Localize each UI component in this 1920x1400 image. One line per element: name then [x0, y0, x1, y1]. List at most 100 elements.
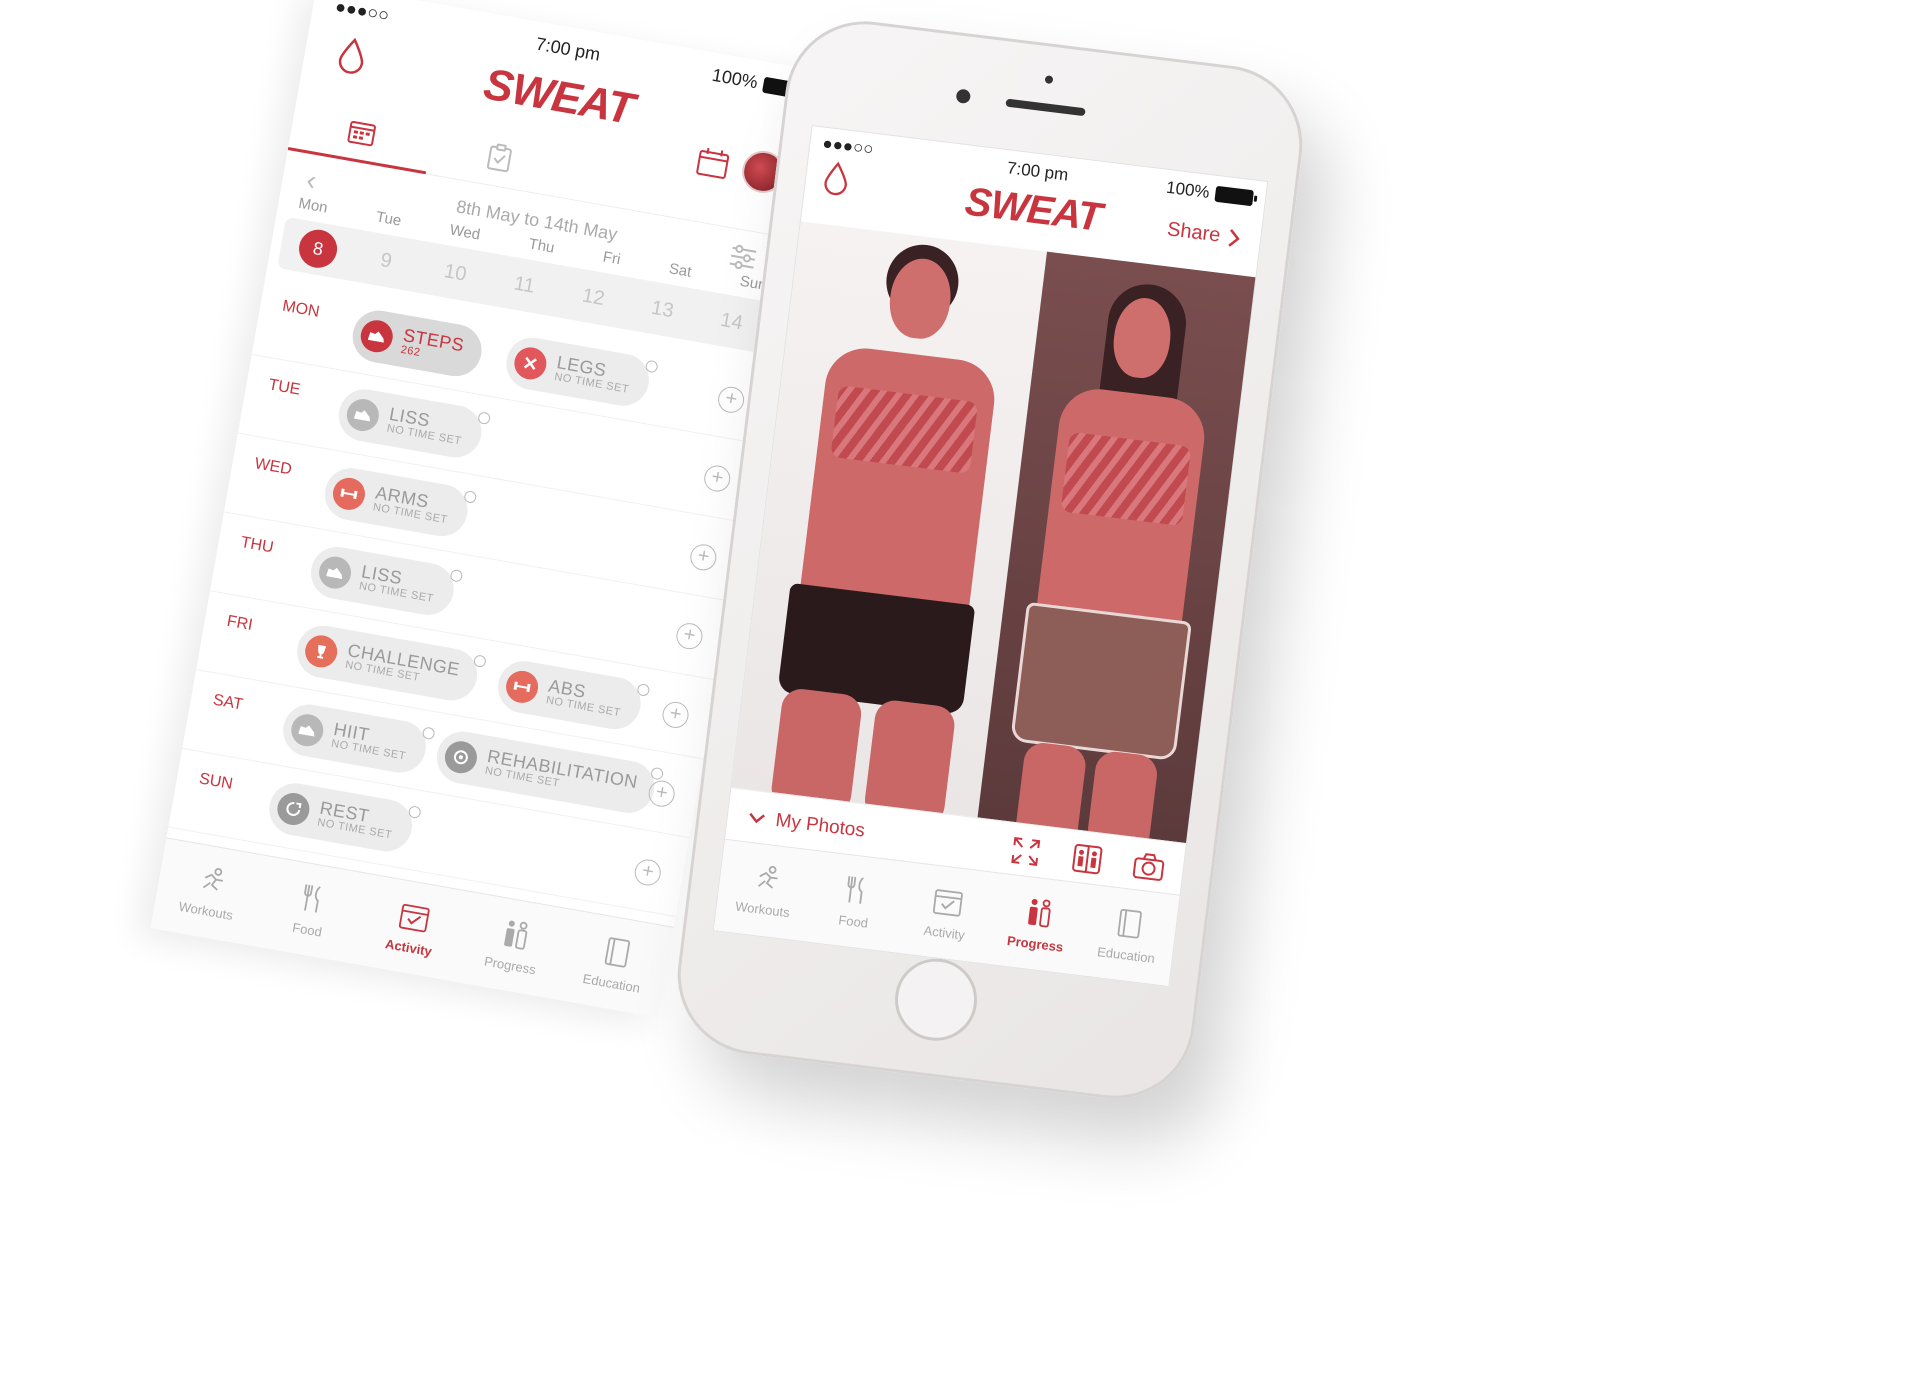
dumbbell-icon — [503, 668, 541, 706]
signal-indicator: ●●●○○ — [821, 133, 875, 159]
home-button[interactable] — [890, 954, 982, 1046]
clock-icon — [644, 359, 659, 374]
tab-calendar[interactable] — [287, 92, 436, 175]
day-label: WED — [253, 455, 294, 479]
progress-icon — [1022, 895, 1056, 931]
crossed-icon — [511, 344, 549, 382]
calendar-check-icon — [931, 884, 965, 920]
signal-indicator: ●●●○○ — [333, 0, 391, 26]
tab-education[interactable]: Education — [556, 910, 673, 1018]
battery-percent: 100% — [710, 64, 760, 93]
day-button[interactable]: 10 — [434, 258, 477, 288]
activity-pill[interactable]: LISS NO TIME SET — [334, 385, 491, 462]
day-label: THU — [239, 533, 275, 557]
tab-label: Progress — [483, 953, 538, 977]
book-icon — [601, 935, 632, 972]
book-icon — [1115, 907, 1145, 943]
clock-icon — [636, 682, 650, 697]
day-label: TUE — [267, 376, 302, 399]
tab-label: Education — [581, 970, 642, 996]
dumbbell-icon — [330, 475, 368, 513]
comparison-photos[interactable] — [731, 221, 1258, 844]
clock-icon — [407, 805, 422, 819]
clipboard-icon — [486, 143, 512, 173]
add-activity-button[interactable]: + — [632, 857, 663, 888]
day-label: FRI — [225, 612, 254, 634]
day-button[interactable]: 9 — [364, 246, 407, 276]
tab-label: Food — [291, 919, 324, 940]
front-camera — [955, 88, 972, 105]
shoe-icon — [288, 711, 326, 749]
add-activity-button[interactable]: + — [702, 463, 733, 494]
tab-progress[interactable]: Progress — [987, 873, 1089, 974]
clock-icon — [449, 568, 463, 583]
chevron-down-icon — [749, 812, 766, 823]
tab-label: Workouts — [734, 898, 791, 920]
day-button[interactable]: 14 — [710, 307, 753, 337]
activity-pill[interactable]: REST NO TIME SET — [265, 779, 422, 856]
front-sensor — [1044, 75, 1054, 85]
activity-pill[interactable]: HIIT NO TIME SET — [279, 700, 436, 777]
status-time: 7:00 pm — [534, 33, 602, 65]
activity-pill[interactable]: LISS NO TIME SET — [306, 542, 463, 620]
tab-label: Progress — [1006, 932, 1065, 955]
battery-indicator: 100% — [1165, 177, 1255, 209]
tab-activity[interactable]: Activity — [896, 862, 998, 963]
clock-icon — [472, 654, 487, 669]
day-label: SAT — [211, 691, 245, 714]
compare-icon[interactable] — [1067, 839, 1107, 879]
tab-education[interactable]: Education — [1077, 884, 1179, 985]
expand-icon[interactable] — [1006, 831, 1046, 871]
battery-percent: 100% — [1165, 177, 1211, 202]
tab-food[interactable]: Food — [252, 856, 369, 964]
tab-food[interactable]: Food — [805, 851, 907, 952]
activity-pill[interactable]: LEGS NO TIME SET — [502, 333, 659, 410]
add-activity-button[interactable]: + — [660, 699, 691, 730]
clock-icon — [650, 766, 665, 781]
cutlery-icon — [842, 873, 872, 909]
earpiece-speaker — [1005, 98, 1086, 117]
battery-icon — [1214, 185, 1255, 207]
tab-workouts[interactable]: Workouts — [151, 838, 268, 946]
add-activity-button[interactable]: + — [716, 384, 747, 415]
clock-icon — [476, 411, 491, 426]
tab-activity[interactable]: Activity — [353, 874, 470, 982]
shoe-icon — [358, 317, 396, 355]
tab-label: Activity — [384, 935, 434, 959]
tab-label: Education — [1096, 943, 1156, 966]
day-label: MON — [281, 297, 321, 321]
add-activity-button[interactable]: + — [688, 542, 719, 573]
my-photos-toggle[interactable]: My Photos — [747, 806, 867, 842]
progress-icon — [498, 917, 533, 955]
tab-checklist[interactable] — [426, 117, 574, 198]
status-time: 7:00 pm — [1006, 158, 1070, 185]
add-activity-button[interactable]: + — [674, 621, 705, 652]
activity-pill[interactable]: STEPS 262 — [348, 306, 486, 381]
shoe-icon — [344, 396, 382, 434]
clock-icon — [462, 489, 477, 504]
cutlery-icon — [297, 881, 328, 918]
calendar-check-icon — [396, 899, 431, 937]
activity-pill[interactable]: ABS NO TIME SET — [493, 657, 650, 734]
rehab-icon — [442, 738, 480, 776]
tab-progress[interactable]: Progress — [455, 892, 572, 1000]
tab-label: Activity — [922, 922, 966, 943]
shoe-icon — [316, 554, 354, 592]
day-button[interactable]: 11 — [503, 270, 546, 300]
camera-icon[interactable] — [1129, 846, 1169, 886]
trophy-icon — [302, 632, 340, 670]
my-photos-label: My Photos — [774, 809, 867, 842]
day-button[interactable]: 8 — [296, 226, 341, 271]
progress-screen: ●●●○○ 7:00 pm 100% SWEAT Share My Photos… — [712, 125, 1269, 988]
tab-label: Workouts — [177, 898, 235, 923]
tab-workouts[interactable]: Workouts — [714, 840, 816, 941]
day-schedule-list: MON STEPS 262 LEGS NO TIME SET + TUE LISS NO TIM… — [168, 276, 773, 917]
day-button[interactable]: 13 — [641, 295, 684, 325]
activity-pill[interactable]: ARMS NO TIME SET — [320, 464, 477, 541]
day-button[interactable]: 12 — [572, 283, 615, 313]
tab-label: Food — [837, 911, 869, 931]
day-label: SUN — [197, 770, 234, 793]
rest-icon — [274, 790, 312, 828]
clock-icon — [421, 726, 436, 741]
runner-icon — [194, 864, 229, 900]
